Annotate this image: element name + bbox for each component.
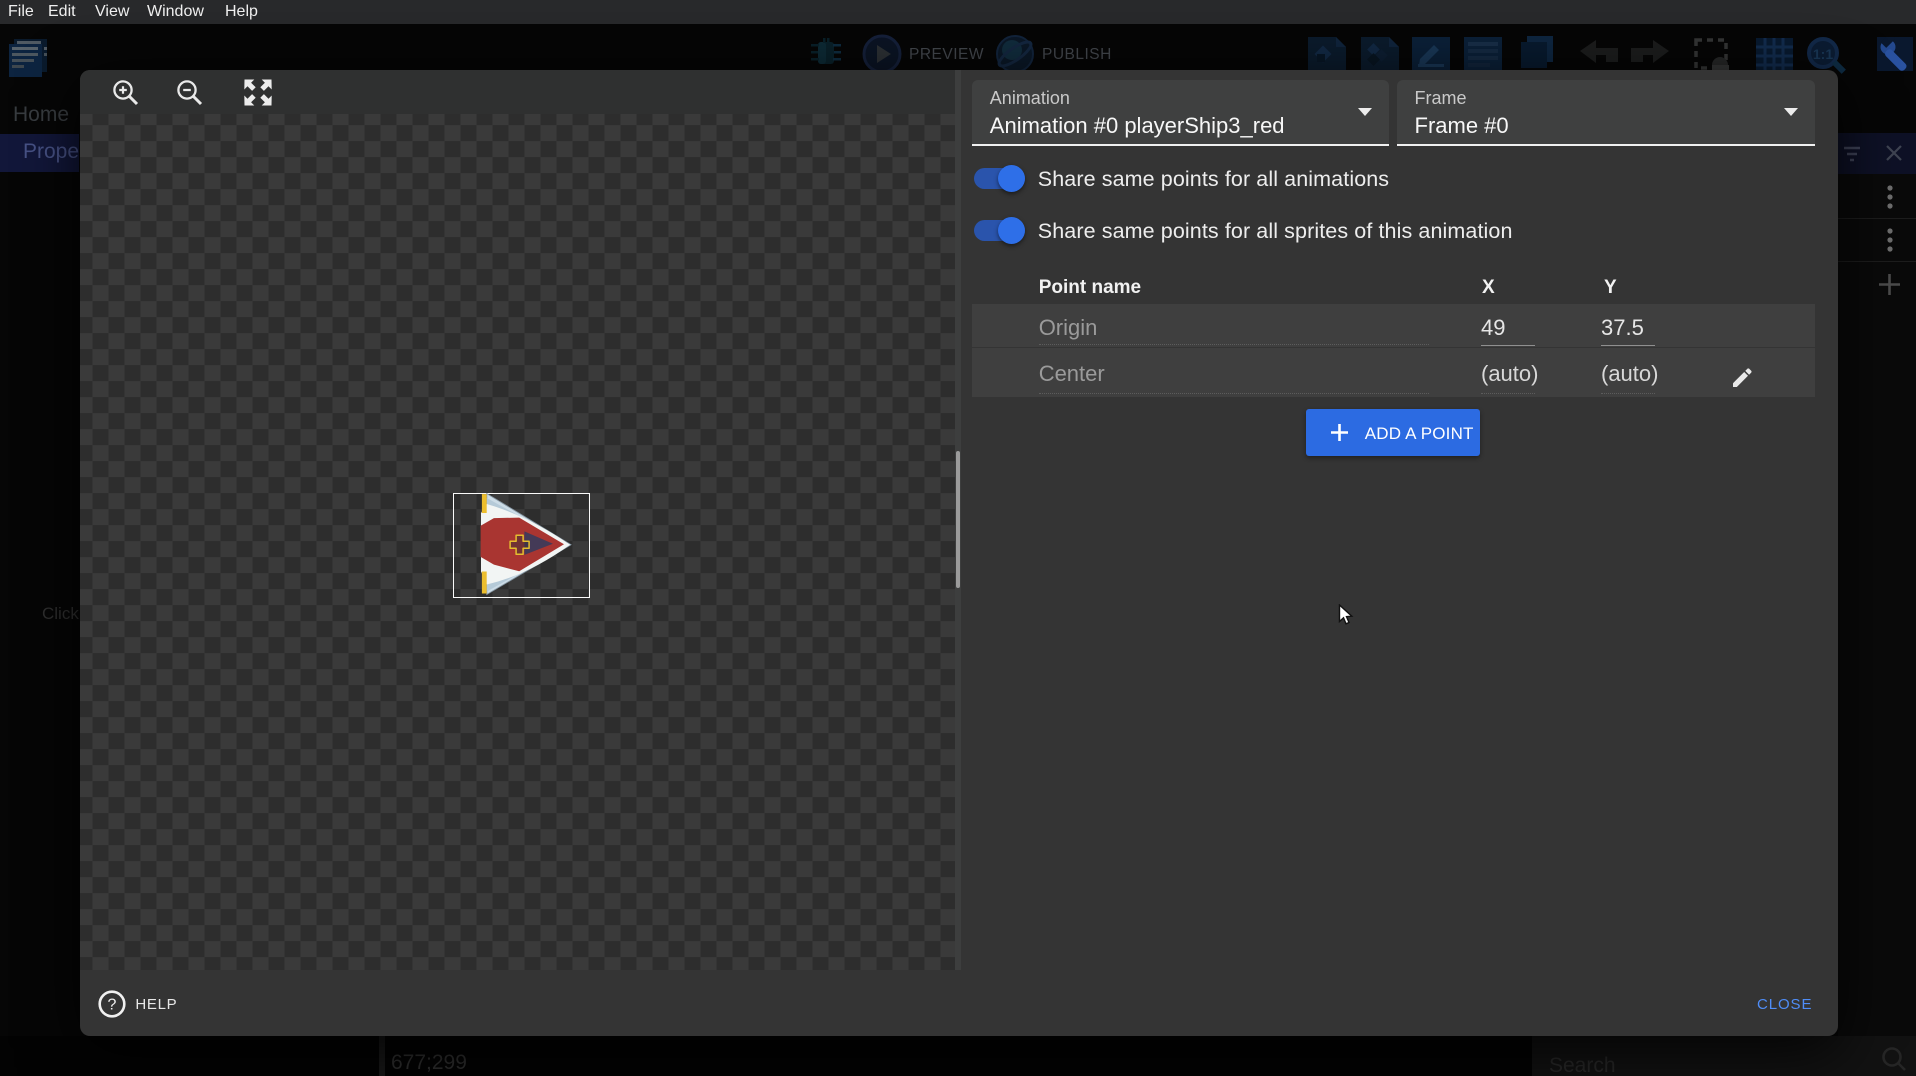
svg-text:1:1: 1:1 — [1813, 46, 1833, 62]
svg-text:?: ? — [108, 997, 117, 1014]
